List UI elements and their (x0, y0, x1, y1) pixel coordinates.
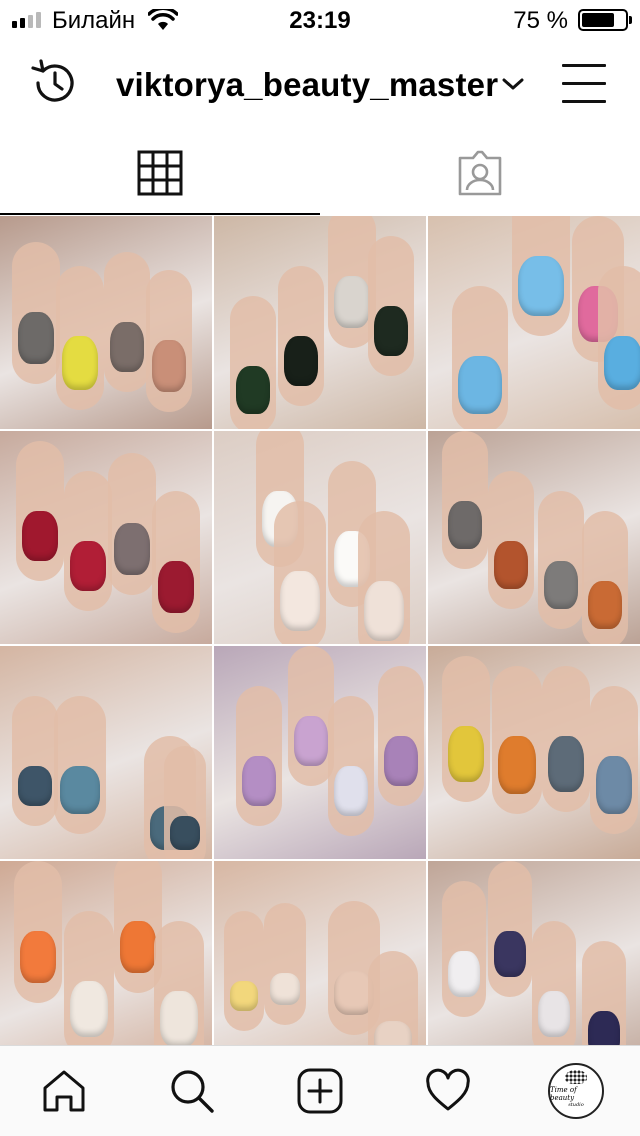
nail-shape (158, 561, 194, 613)
nail-shape (334, 276, 370, 328)
nail-shape (448, 726, 484, 782)
nail-shape (374, 306, 408, 356)
nail-shape (284, 336, 318, 386)
tab-tagged[interactable] (320, 130, 640, 215)
nail-shape (604, 336, 640, 390)
nail-shape (494, 931, 526, 977)
nail-shape (544, 561, 578, 609)
post-grid (0, 216, 640, 1045)
profile-tabs (0, 130, 640, 215)
post-thumbnail[interactable] (0, 861, 212, 1045)
nail-shape (18, 312, 54, 364)
nail-shape (588, 581, 622, 629)
post-thumbnail[interactable] (0, 646, 212, 859)
nail-shape (596, 756, 632, 814)
nail-shape (62, 336, 98, 390)
nav-new-post[interactable] (290, 1061, 350, 1121)
nail-shape (448, 501, 482, 549)
post-thumbnail[interactable] (0, 431, 212, 644)
nail-shape (548, 736, 584, 792)
nail-shape (236, 366, 270, 414)
post-thumbnail[interactable] (214, 861, 426, 1045)
nail-shape (458, 356, 502, 414)
post-thumbnail[interactable] (428, 216, 640, 429)
nail-shape (114, 523, 150, 575)
nail-shape (60, 766, 100, 814)
post-thumbnail[interactable] (428, 431, 640, 644)
nail-shape (152, 340, 186, 392)
nail-shape (230, 981, 258, 1011)
avatar-brand-text: Time of beauty (550, 1086, 577, 1102)
nail-shape (518, 256, 564, 316)
nail-shape (364, 581, 404, 641)
nail-shape (120, 921, 156, 973)
nav-profile[interactable]: Time of beauty studio (546, 1061, 606, 1121)
nail-shape (70, 541, 106, 591)
finger-shape (224, 911, 264, 1031)
profile-avatar: Time of beauty studio (548, 1063, 604, 1119)
finger-shape (12, 696, 58, 826)
grid-icon (137, 150, 183, 195)
nail-shape (384, 736, 418, 786)
post-thumbnail[interactable] (428, 646, 640, 859)
profile-header: viktorya_beauty_master (0, 40, 640, 130)
finger-shape (264, 903, 306, 1025)
avatar-brand-sub: studio (568, 1102, 584, 1108)
activity-heart-icon (426, 1068, 470, 1111)
search-icon (171, 1070, 214, 1113)
bottom-nav: Time of beauty studio (0, 1045, 640, 1136)
history-icon[interactable] (30, 58, 80, 108)
battery-icon (578, 9, 632, 31)
nail-shape (20, 931, 56, 983)
home-icon (43, 1070, 85, 1112)
tagged-icon (458, 150, 502, 195)
nav-home[interactable] (34, 1061, 94, 1121)
nav-search[interactable] (162, 1061, 222, 1121)
nail-shape (498, 736, 536, 794)
avatar-logo-mark (565, 1070, 587, 1084)
post-thumbnail[interactable] (0, 216, 212, 429)
chevron-down-icon[interactable] (500, 74, 526, 94)
nail-shape (334, 766, 368, 816)
post-thumbnail[interactable] (214, 646, 426, 859)
nail-shape (448, 951, 480, 997)
nail-shape (160, 991, 198, 1045)
nail-shape (22, 511, 58, 561)
nail-shape (110, 322, 144, 372)
nail-shape (588, 1011, 620, 1045)
nail-shape (18, 766, 52, 806)
profile-username[interactable]: viktorya_beauty_master (116, 66, 498, 104)
status-bar: Билайн 23:19 75 % (0, 0, 640, 40)
nail-shape (374, 1021, 412, 1045)
nail-shape (170, 816, 200, 850)
tab-grid[interactable] (0, 130, 320, 215)
nail-shape (494, 541, 528, 589)
menu-icon[interactable] (562, 64, 606, 104)
post-thumbnail[interactable] (214, 216, 426, 429)
nail-shape (70, 981, 108, 1037)
nail-shape (280, 571, 320, 631)
nail-shape (242, 756, 276, 806)
post-thumbnail[interactable] (428, 861, 640, 1045)
post-thumbnail[interactable] (214, 431, 426, 644)
battery-percent: 75 % (513, 7, 568, 34)
nav-activity[interactable] (418, 1061, 478, 1121)
new-post-icon (297, 1068, 343, 1114)
nail-shape (294, 716, 328, 766)
nail-shape (270, 973, 300, 1005)
nail-shape (538, 991, 570, 1037)
